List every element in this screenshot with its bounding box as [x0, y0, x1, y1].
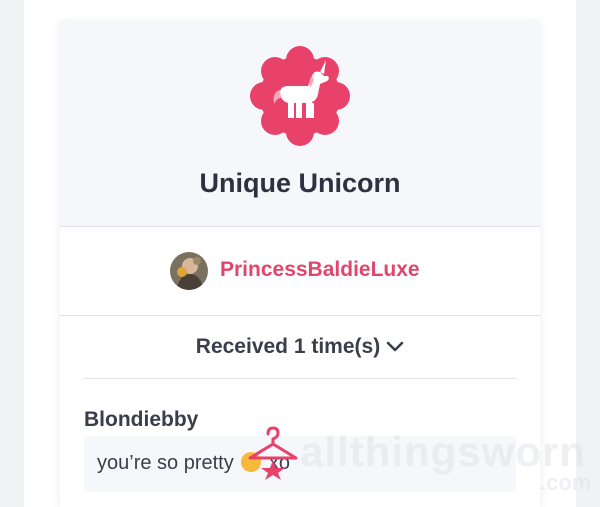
hanger-icon — [248, 426, 298, 480]
received-count-label: Received 1 time(s) — [195, 335, 381, 358]
chevron-down-icon — [386, 341, 404, 352]
user-avatar[interactable] — [170, 252, 208, 290]
badge-header: Unique Unicorn — [60, 20, 540, 227]
unicorn-icon — [250, 46, 350, 146]
badge-title: Unique Unicorn — [199, 168, 401, 198]
comment-text-part: you’re so pretty — [97, 452, 234, 474]
received-count-toggle[interactable]: Received 1 time(s) — [84, 316, 516, 379]
watermark-suffix: .com — [540, 470, 592, 495]
avatar-image — [170, 252, 208, 290]
comment-sender: Blondiebby — [84, 408, 199, 431]
giver-row: PrincessBaldieLuxe — [60, 227, 540, 316]
watermark-text: allthingsworn — [300, 428, 586, 475]
giver-username-link[interactable]: PrincessBaldieLuxe — [220, 258, 420, 282]
